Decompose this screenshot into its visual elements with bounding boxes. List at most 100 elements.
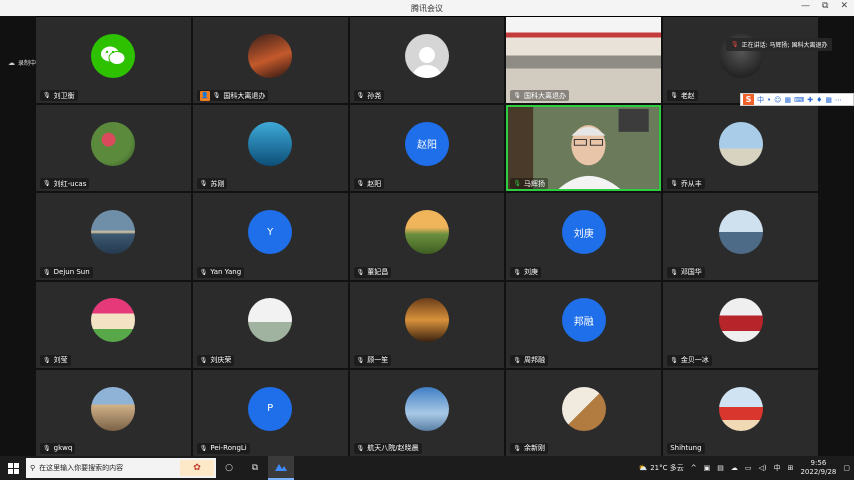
ime-item[interactable]: ⌨ (794, 96, 804, 104)
participant-tile[interactable]: 🎙 国科大离退办 (506, 17, 662, 104)
participant-avatar: 刘庚 (561, 210, 606, 255)
clock[interactable]: 9:56 2022/9/28 (800, 459, 836, 477)
participant-tile[interactable]: 🎙 苏刚 (192, 105, 348, 192)
tray-app-icon[interactable]: ▣ (704, 464, 711, 472)
microphone-icon: 🎙 (199, 268, 208, 276)
tray-app-icon[interactable]: ▤ (717, 464, 724, 472)
speaking-indicator: 🎙 正在讲话: 马辉扬; 国科大离退办 (726, 38, 833, 51)
microphone-icon: 🎙 (356, 268, 365, 276)
ime-item[interactable]: 中 (757, 95, 764, 105)
task-view-icon[interactable]: ⧉ (242, 456, 268, 480)
participant-name-bar: 🎙 邓国华 (667, 266, 705, 278)
participant-name-bar: 🎙 航天八院/赵晓晨 (353, 442, 422, 454)
participant-name-bar: 🎙 刘庚 (510, 266, 542, 278)
participant-name-bar: 🎙 董妃昌 (353, 266, 392, 278)
participant-name-bar: 🎙 金贝一冰 (667, 354, 712, 366)
participant-tile[interactable]: Y 🎙 Yan Yang (192, 193, 348, 280)
participant-name-bar: 🎙 刘莹 (40, 354, 71, 366)
participant-tile[interactable]: 🎙 Dejun Sun (36, 193, 191, 280)
ime-language[interactable]: 中 (774, 463, 781, 473)
cloud-icon: ☁ (8, 58, 15, 67)
participant-name-bar: 🎙 gkwq (40, 442, 76, 454)
ime-mode-icon[interactable]: ⊞ (788, 464, 794, 472)
participant-name: Yan Yang (210, 268, 242, 277)
cortana-icon[interactable]: ○ (216, 456, 242, 480)
participant-tile[interactable]: 赵阳 🎙 赵阳 (349, 105, 505, 192)
taskbar: ⚲ 在这里输入你要搜索的内容 ✿ ○ ⧉ ⛅ 21°C 多云 ^ ▣ ▤ ☁ ▭… (0, 456, 854, 480)
participant-tile[interactable]: 🎙 刘红-ucas (36, 105, 191, 192)
ime-item[interactable]: ▦ (784, 96, 791, 104)
microphone-icon: 🎙 (43, 356, 51, 364)
participant-tile[interactable]: 🎙 顾一笙 (349, 281, 505, 368)
window-controls: — ⧉ ✕ (801, 1, 848, 11)
network-icon[interactable]: ▭ (745, 464, 752, 472)
participant-tile[interactable]: 🎙 孙尧 (349, 17, 505, 104)
microphone-icon: 🎙 (670, 180, 678, 188)
recording-indicator: ☁ 录制中 (8, 58, 36, 68)
right-panel (818, 16, 854, 456)
ime-item[interactable]: ✚ (807, 96, 813, 104)
participant-name: 刘卫衡 (53, 91, 75, 100)
microphone-icon: 🎙 (199, 180, 208, 188)
ime-item[interactable]: ♦ (816, 96, 822, 104)
participant-name: 老赵 (680, 91, 695, 100)
participant-name: 刘莹 (53, 356, 68, 365)
participant-tile[interactable]: 🎙 gkwq (36, 369, 191, 456)
meeting-app-icon (275, 464, 287, 471)
participant-tile[interactable]: 🎙 余新刚 (506, 369, 662, 456)
participant-name: 乔从丰 (680, 179, 702, 188)
microphone-icon: 🎙 (43, 180, 51, 188)
participant-avatar (248, 121, 293, 166)
ime-item[interactable]: ⋯ (835, 96, 842, 104)
maximize-button[interactable]: ⧉ (822, 1, 828, 11)
close-button[interactable]: ✕ (840, 1, 848, 11)
participant-tile[interactable]: 🎙 刘庆荣 (192, 281, 348, 368)
start-button[interactable] (0, 456, 26, 480)
participant-tile[interactable]: 邦融 🎙 周邦融 (506, 281, 662, 368)
participant-name: 国科大离退办 (223, 91, 266, 100)
participant-name-bar: 🎙 顾一笙 (353, 354, 392, 366)
participant-avatar (561, 386, 606, 431)
microphone-icon: 🎙 (670, 92, 678, 100)
tray-app-icon[interactable]: ☁ (731, 464, 738, 472)
speaker-mic-icon: 🎙 (731, 41, 739, 48)
ime-item[interactable]: ☺ (774, 96, 781, 104)
participant-tile[interactable]: 👤 🎙 国科大离退办 (192, 17, 348, 104)
participant-name-bar: 🎙 Dejun Sun (40, 266, 93, 278)
ime-item[interactable]: • (767, 96, 771, 104)
participant-name: 顾一笙 (367, 356, 389, 365)
participant-name: 余新刚 (524, 444, 546, 453)
title-bar: 腾讯会议 — ⧉ ✕ (0, 0, 854, 16)
participant-tile[interactable]: 🎙 航天八院/赵晓晨 (349, 369, 505, 456)
participant-tile[interactable]: 刘庚 🎙 刘庚 (506, 193, 662, 280)
participant-tile[interactable]: 🎙 刘卫衡 (36, 17, 191, 104)
participant-tile[interactable]: Shihtung (663, 369, 818, 456)
participant-tile[interactable]: 🎙 邓国华 (663, 193, 818, 280)
taskbar-search[interactable]: ⚲ 在这里输入你要搜索的内容 ✿ (26, 458, 216, 478)
microphone-icon: 🎙 (356, 180, 365, 188)
participant-tile[interactable]: 🎙 老赵 (663, 17, 818, 104)
tray-expand-icon[interactable]: ^ (691, 464, 697, 472)
microphone-icon: 🎙 (513, 92, 522, 100)
participant-avatar (91, 298, 136, 343)
participant-avatar (718, 386, 763, 431)
participant-tile[interactable]: 🎙 金贝一冰 (663, 281, 818, 368)
participant-tile[interactable]: 🎙 马辉扬 (506, 105, 662, 192)
participant-name-bar: 🎙 余新刚 (510, 442, 549, 454)
participant-tile[interactable]: 🎙 乔从丰 (663, 105, 818, 192)
participant-name: 刘庆荣 (210, 356, 232, 365)
participant-name-bar: 🎙 马辉扬 (510, 178, 549, 190)
participant-tile[interactable]: P 🎙 Pei-RongLi (192, 369, 348, 456)
participant-name-bar: 🎙 周邦融 (510, 354, 549, 366)
tencent-meeting-taskbar-icon[interactable] (268, 456, 294, 480)
volume-icon[interactable]: ◁) (758, 464, 766, 472)
participant-tile[interactable]: 🎙 董妃昌 (349, 193, 505, 280)
ime-toolbar[interactable]: S 中 • ☺ ▦ ⌨ ✚ ♦ ▦ ⋯ (740, 93, 854, 106)
minimize-button[interactable]: — (801, 1, 810, 11)
notification-icon[interactable]: ▢ (843, 464, 850, 472)
weather-widget[interactable]: ⛅ 21°C 多云 (638, 463, 683, 473)
participant-name: gkwq (53, 444, 73, 453)
participant-name-bar: 🎙 国科大离退办 (510, 90, 570, 102)
participant-tile[interactable]: 🎙 刘莹 (36, 281, 191, 368)
ime-item[interactable]: ▦ (825, 96, 832, 104)
